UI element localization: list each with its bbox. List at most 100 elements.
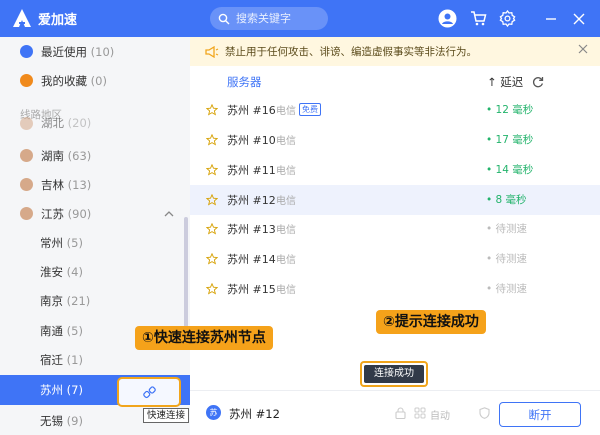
auto-mode-label[interactable]: 自动 [430,407,450,422]
server-row[interactable]: 苏州 #14 电信 • 待测速 [190,244,600,274]
sidebar-item-jiangsu[interactable]: 江苏 (90) [0,199,190,228]
notice-text: 禁止用于任何攻击、诽谤、编造虚假事实等非法行为。 [225,46,477,58]
lock-icon[interactable] [395,407,406,419]
star-outline-icon[interactable] [206,222,218,235]
sidebar-item-count: (10) [90,44,115,59]
sidebar-item-label: 吉林 [41,177,64,192]
chevron-up-icon[interactable] [164,210,174,217]
sidebar-item-label: 江苏 [41,206,64,221]
server-name: 苏州 #15 [227,282,276,296]
star-outline-icon[interactable] [206,163,218,176]
server-row[interactable]: 苏州 #15 电信 • 待测速 [190,274,600,304]
refresh-icon[interactable] [532,76,544,88]
server-latency: • 待测速 [486,253,528,266]
app-logo: 爱加速 [12,8,77,28]
callout-step-2: ②提示连接成功 [376,310,486,334]
connect-success-toast: 连接成功 [360,361,428,387]
server-name: 苏州 #10 [227,133,276,147]
sidebar-item-label: 湖南 [41,148,64,163]
sidebar-item-nanjing[interactable]: 南京 (21) [0,286,190,315]
notice-close-icon[interactable] [578,44,588,54]
sidebar-item-recent[interactable]: 最近使用 (10) [0,37,190,66]
sidebar-item-count: (20) [67,116,92,130]
link-connect-icon[interactable] [142,385,156,399]
quick-connect-tooltip: 快速连接 [143,408,190,423]
shield-icon[interactable] [479,407,490,419]
sidebar-item-label: 最近使用 [41,44,87,59]
latency-header-label: 延迟 [500,75,524,89]
server-isp: 电信 [276,166,296,178]
server-latency: • 待测速 [486,283,528,296]
sidebar-item-label: 苏州 [40,383,63,397]
column-header-server: 服务器 [227,75,262,89]
sidebar-item-hunan[interactable]: 湖南 (63) [0,141,190,170]
sidebar-item-label: 无锡 [40,413,63,428]
sidebar-item-changzhou[interactable]: 常州 (5) [0,228,190,257]
sidebar-item-label: 常州 [40,235,63,250]
disconnect-button[interactable]: 断开 [499,402,581,427]
sort-up-arrow-icon: ↑ [487,75,497,89]
star-favorites-icon [20,74,33,87]
grid-mode-icon[interactable] [414,407,426,419]
column-header-latency[interactable]: ↑ 延迟 [487,74,523,94]
logo-icon [13,9,31,27]
sidebar-item-count: (21) [66,293,91,308]
server-row[interactable]: 苏州 #16 电信 免费 • 12 毫秒 [190,95,600,125]
cart-icon[interactable] [469,9,488,28]
sidebar-item-huaian[interactable]: 淮安 (4) [0,257,190,286]
server-isp: 电信 [276,225,296,237]
settings-gear-icon[interactable] [498,9,517,28]
sidebar-item-count: (1) [66,352,83,367]
close-window-icon[interactable] [569,9,588,28]
server-isp: 电信 [276,106,296,118]
server-name: 苏州 #14 [227,252,276,266]
current-server-name: 苏州 #12 [229,407,280,421]
star-outline-icon[interactable] [206,252,218,265]
server-isp: 电信 [276,136,296,148]
sidebar-item-label: 南京 [40,293,63,308]
sidebar: 最近使用 (10) 我的收藏 (0) 线路地区 湖北 (20) 湖南 (63) … [0,37,190,435]
sidebar-item-count: (0) [90,73,107,88]
server-latency: • 12 毫秒 [486,104,534,117]
server-name: 苏州 #13 [227,222,276,236]
star-outline-icon[interactable] [206,103,218,116]
search-box[interactable] [210,7,328,30]
region-hubei-icon [20,116,33,130]
search-input[interactable] [236,12,322,25]
star-outline-icon[interactable] [206,193,218,206]
server-row[interactable]: 苏州 #10 电信 • 17 毫秒 [190,125,600,155]
region-hunan-icon [20,149,33,162]
search-icon [218,13,230,24]
callout-step-1: ①快速连接苏州节点 [135,326,273,350]
megaphone-icon [205,45,219,58]
server-latency: • 待测速 [486,223,528,236]
sidebar-item-count: (13) [67,177,92,192]
app-title: 爱加速 [38,12,78,28]
server-name: 苏州 #16 [227,103,276,117]
user-avatar-icon[interactable] [438,9,457,28]
notice-banner: 禁止用于任何攻击、诽谤、编造虚假事实等非法行为。 [190,37,600,66]
sidebar-item-jilin[interactable]: 吉林 (13) [0,170,190,199]
server-row[interactable]: 苏州 #11 电信 • 14 毫秒 [190,155,600,185]
sidebar-item-hubei[interactable]: 湖北 (20) [0,113,190,133]
star-outline-icon[interactable] [206,133,218,146]
minimize-icon[interactable] [541,9,560,28]
star-outline-icon[interactable] [206,282,218,295]
connection-bar: 苏 苏州 #12 自动 断开 [190,390,600,435]
server-name: 苏州 #12 [227,193,276,207]
sidebar-item-count: (90) [67,206,92,221]
sidebar-item-favorites[interactable]: 我的收藏 (0) [0,66,190,95]
sidebar-item-label: 我的收藏 [41,73,87,88]
city-icon: 苏 [206,405,221,420]
sidebar-item-label: 湖北 [41,116,64,130]
sidebar-item-count: (4) [66,264,83,279]
sidebar-scrollbar[interactable] [184,217,188,333]
server-isp: 电信 [276,285,296,297]
server-latency: • 17 毫秒 [486,134,534,147]
sidebar-item-label: 南通 [40,323,63,338]
quick-connect-highlight[interactable] [117,377,181,407]
server-latency: • 14 毫秒 [486,164,534,177]
server-row-selected[interactable]: 苏州 #12 电信 • 8 毫秒 [190,185,600,215]
sidebar-item-count: (9) [66,413,83,428]
server-row[interactable]: 苏州 #13 电信 • 待测速 [190,214,600,244]
